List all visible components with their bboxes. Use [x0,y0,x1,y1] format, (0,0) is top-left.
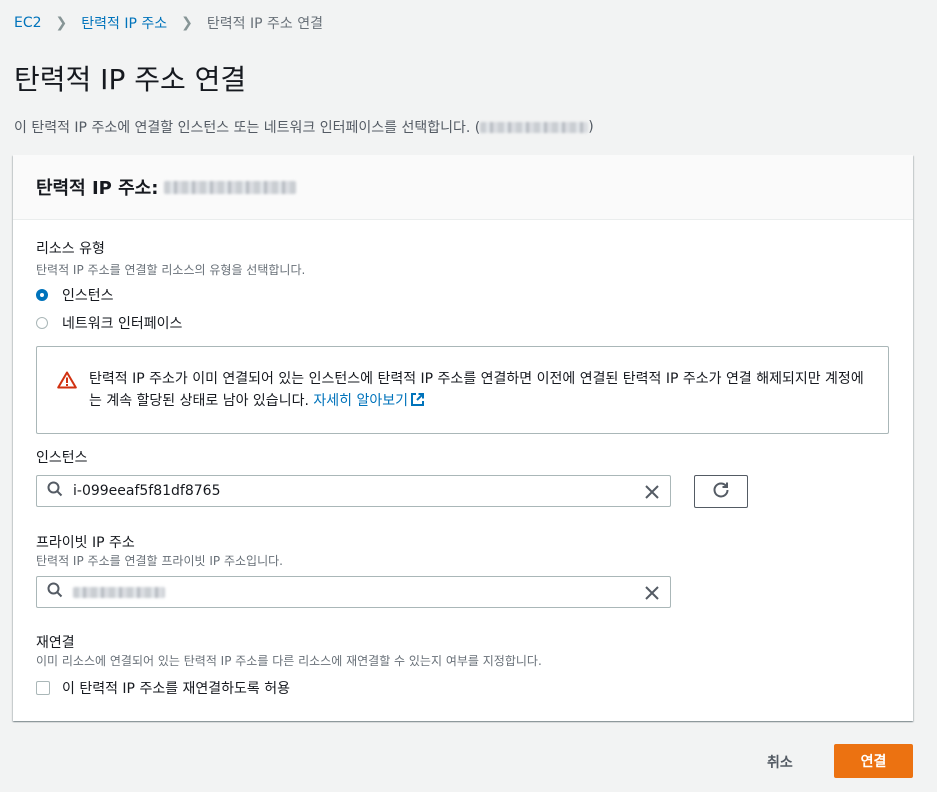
breadcrumb-ec2-link[interactable]: EC2 [14,15,42,31]
instance-input-value: i-099eeaf5f81df8765 [73,483,221,499]
page-description-suffix: ) [588,119,594,135]
close-icon[interactable] [644,585,660,605]
resource-type-description: 탄력적 IP 주소를 연결할 리소스의 유형을 선택합니다. [36,263,306,277]
panel-header-title: 탄력적 IP 주소: [36,178,159,199]
page-title: 탄력적 IP 주소 연결 [14,63,247,96]
radio-option-instance[interactable]: 인스턴스 [36,285,114,305]
search-icon [47,481,63,501]
breadcrumb: EC2 ❯ 탄력적 IP 주소 ❯ 탄력적 IP 주소 연결 [14,13,323,33]
warning-icon [57,371,77,393]
allow-reassociation-option[interactable]: 이 탄력적 IP 주소를 재연결하도록 허용 [36,678,290,698]
redacted-ip-blur [480,121,589,133]
allow-reassociation-checkbox[interactable] [36,681,50,695]
reassociation-description: 이미 리소스에 연결되어 있는 탄력적 IP 주소를 다른 리소스에 재연결할 … [36,654,542,668]
associate-button[interactable]: 연결 [834,744,913,778]
refresh-instances-button[interactable] [694,475,748,508]
reassociation-label: 재연결 [36,635,75,651]
radio-button-network-interface[interactable] [36,317,48,329]
redacted-private-ip-blur [73,586,165,598]
private-ip-search-input[interactable] [36,576,671,608]
cancel-button[interactable]: 취소 [755,746,805,778]
warning-alert: 탄력적 IP 주소가 이미 연결되어 있는 인스턴스에 탄력적 IP 주소를 연… [36,346,889,434]
radio-label-network-interface: 네트워크 인터페이스 [62,316,183,332]
private-ip-description: 탄력적 IP 주소를 연결할 프라이빗 IP 주소입니다. [36,554,283,568]
associate-panel: 탄력적 IP 주소: 리소스 유형 탄력적 IP 주소를 연결할 리소스의 유형… [13,155,913,721]
warning-alert-message: 탄력적 IP 주소가 이미 연결되어 있는 인스턴스에 탄력적 IP 주소를 연… [89,371,864,409]
external-link-icon [410,392,425,414]
allow-reassociation-label: 이 탄력적 IP 주소를 재연결하도록 허용 [62,681,291,697]
panel-header: 탄력적 IP 주소: [13,155,913,220]
warning-alert-text: 탄력적 IP 주소가 이미 연결되어 있는 인스턴스에 탄력적 IP 주소를 연… [89,368,869,414]
learn-more-label: 자세히 알아보기 [313,393,408,409]
resource-type-label: 리소스 유형 [36,241,105,257]
refresh-icon [712,481,730,503]
instance-label: 인스턴스 [36,450,88,466]
page-description-text: 이 탄력적 IP 주소에 연결할 인스턴스 또는 네트워크 인터페이스를 선택합… [14,120,481,136]
learn-more-link[interactable]: 자세히 알아보기 [313,393,425,409]
private-ip-label: 프라이빗 IP 주소 [36,535,135,551]
breadcrumb-elastic-ip-link[interactable]: 탄력적 IP 주소 [81,13,167,33]
instance-search-input[interactable]: i-099eeaf5f81df8765 [36,475,671,507]
close-icon[interactable] [644,484,660,504]
radio-button-instance[interactable] [36,289,48,301]
radio-label-instance: 인스턴스 [62,288,114,304]
redacted-elastic-ip-blur [164,180,297,194]
search-icon [47,582,63,602]
chevron-right-icon: ❯ [55,15,68,31]
chevron-right-icon: ❯ [181,15,193,31]
breadcrumb-current: 탄력적 IP 주소 연결 [206,16,323,32]
page-description: 이 탄력적 IP 주소에 연결할 인스턴스 또는 네트워크 인터페이스를 선택합… [14,117,594,137]
radio-option-network-interface[interactable]: 네트워크 인터페이스 [36,313,182,333]
